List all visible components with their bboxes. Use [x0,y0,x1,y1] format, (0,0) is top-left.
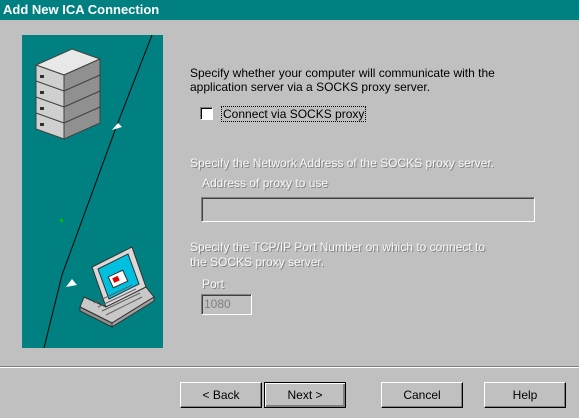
next-button[interactable]: Next > [264,382,346,408]
server-icon [34,48,102,140]
socks-proxy-checkbox[interactable] [200,107,213,120]
connection-illustration [22,35,163,348]
laptop-icon [79,246,155,328]
proxy-port-label: Port [202,277,225,291]
cancel-button[interactable]: Cancel [381,382,463,408]
proxy-address-input[interactable] [201,197,535,222]
help-button[interactable]: Help [484,382,566,408]
proxy-port-input[interactable]: 1080 [201,294,252,315]
socks-proxy-checkbox-label[interactable]: Connect via SOCKS proxy [220,106,367,122]
window-title: Add New ICA Connection [0,0,579,20]
proxy-address-description: Specify the Network Address of the SOCKS… [190,156,495,170]
proxy-address-label: Address of proxy to use [202,176,329,190]
server-laptop-graphic [34,35,155,348]
back-button[interactable]: < Back [180,382,262,408]
intro-line-1: Specify whether your computer will commu… [190,66,495,80]
proxy-port-description-2: the SOCKS proxy server. [190,255,325,269]
intro-line-2: application server via a SOCKS proxy ser… [190,80,431,94]
proxy-port-description-1: Specify the TCP/IP Port Number on which … [190,240,486,254]
